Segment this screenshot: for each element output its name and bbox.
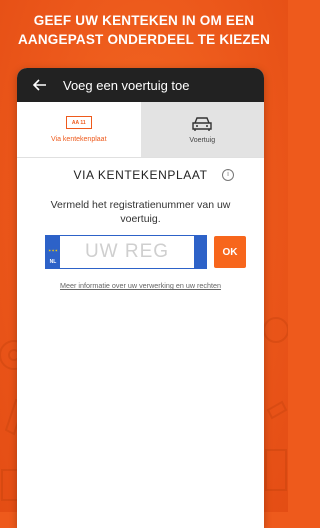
tab-voertuig-label: Voertuig <box>189 137 216 144</box>
plate-entry-row: ✶✶✶ NL OK <box>45 235 264 269</box>
ok-button[interactable]: OK <box>214 236 246 268</box>
headline-line-1: GEEF UW KENTEKEN IN OM EEN <box>33 13 255 28</box>
instruction-text: Vermeld het registratienummer van uw voe… <box>50 199 231 225</box>
license-plate-field: ✶✶✶ NL <box>45 235 207 269</box>
eu-stars-icon: ✶✶✶ <box>47 248 59 253</box>
eu-country-band: ✶✶✶ NL <box>46 236 60 268</box>
section-header: VIA KENTEKENPLAAT i <box>17 166 264 184</box>
app-bar: Voeg een voertuig toe <box>17 68 264 102</box>
tab-via-kentekenplaat-label: Via kentekenplaat <box>50 136 107 143</box>
tab-bar: AA 11 Via kentekenplaat Voertuig <box>17 102 264 158</box>
app-bar-title: Voeg een voertuig toe <box>63 77 190 93</box>
back-button[interactable] <box>33 77 49 93</box>
license-plate-input[interactable] <box>60 236 194 268</box>
country-code: NL <box>49 259 57 265</box>
arrow-left-icon <box>33 79 46 91</box>
car-icon <box>192 117 212 131</box>
tab-via-kentekenplaat[interactable]: AA 11 Via kentekenplaat <box>17 102 141 157</box>
phone-screen: Voeg een voertuig toe AA 11 Via kenteken… <box>17 68 264 528</box>
license-plate-icon: AA 11 <box>65 116 92 129</box>
section-title: VIA KENTEKENPLAAT <box>73 168 208 182</box>
info-icon[interactable]: i <box>222 169 234 181</box>
plate-right-band <box>194 236 206 268</box>
headline-line-2: AANGEPAST ONDERDEEL TE KIEZEN <box>17 32 271 47</box>
license-plate-icon-text: AA 11 <box>71 119 86 126</box>
promo-headline: GEEF UW KENTEKEN IN OM EEN AANGEPAST OND… <box>0 11 288 49</box>
privacy-info-link[interactable]: Meer informatie over uw verwerking en uw… <box>17 281 264 290</box>
tab-voertuig[interactable]: Voertuig <box>140 102 264 157</box>
